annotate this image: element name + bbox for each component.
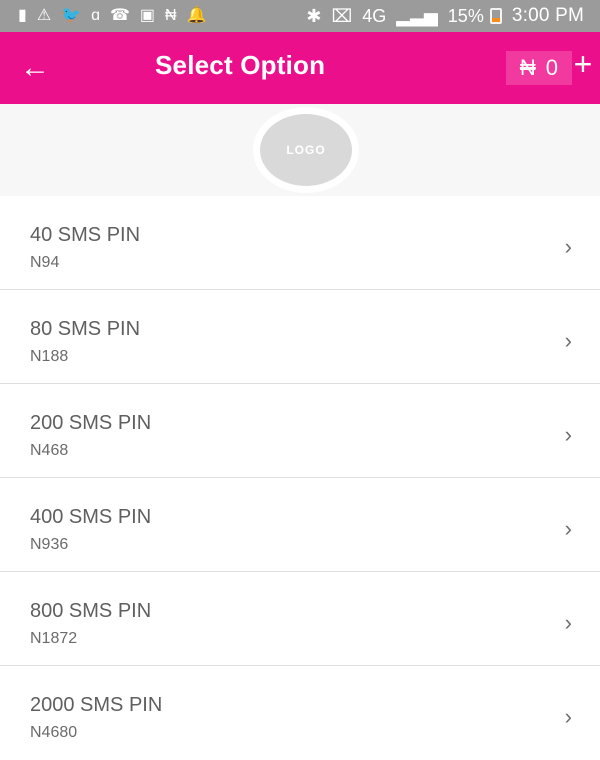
chevron-right-icon: › [564,234,572,259]
twitter-icon: 🐦 [61,7,82,24]
list-item[interactable]: 40 SMS PIN N94 › [0,196,600,290]
chevron-right-icon: › [564,704,572,729]
battery-percent: 15% [447,5,484,26]
back-button[interactable]: ← [0,32,70,104]
list-item[interactable]: 800 SMS PIN N1872 › [0,572,600,666]
battery-icon: ▮ [18,7,27,24]
list-item[interactable]: 2000 SMS PIN N4680 › [0,666,600,760]
naira-icon: ₦ [165,7,177,24]
image-icon: ▣ [139,7,156,24]
naira-currency-icon: ₦ [519,55,536,80]
arrow-left-icon: ← [20,51,50,84]
nfc-icon: ⌧ [331,5,353,26]
bluetooth-icon: ✱ [306,5,322,26]
status-left-icons: ▮ ⚠ 🐦 ɑ ☎ ▣ ₦ 🔔 [18,8,207,24]
option-price: N94 [30,254,60,271]
logo-ring: LOGO [253,107,359,193]
option-price: N468 [30,442,69,459]
chat-icon: ɑ [91,7,100,24]
4g-icon: 4G [362,5,387,26]
warning-icon: ⚠ [36,7,52,24]
add-funds-button[interactable]: + [568,48,598,80]
option-price: N4680 [30,724,78,741]
option-title: 2000 SMS PIN [30,694,163,716]
chevron-right-icon: › [564,516,572,541]
list-item[interactable]: 80 SMS PIN N188 › [0,290,600,384]
chevron-right-icon: › [564,422,572,447]
logo-label: LOGO [286,143,326,157]
signal-icon: ▂▃▅ [396,5,438,26]
notification-icon: 🔔 [186,7,207,24]
list-item[interactable]: 400 SMS PIN N936 › [0,478,600,572]
battery-icon [489,8,502,24]
wallet-balance[interactable]: ₦ 0 [505,51,572,85]
chevron-right-icon: › [564,610,572,635]
page-title: Select Option [155,50,326,80]
logo-header: LOGO [0,104,600,196]
phone-icon: ☎ [109,7,130,24]
status-time: 3:00 PM [511,5,584,26]
chevron-right-icon: › [564,328,572,353]
option-title: 80 SMS PIN [30,318,141,340]
option-price: N936 [30,536,69,553]
battery-status: 15% [448,6,502,27]
status-right-icons: ✱ ⌧ 4G ▂▃▅ 15% 3:00 PM [306,5,584,27]
option-title: 400 SMS PIN [30,506,152,528]
option-title: 800 SMS PIN [30,600,152,622]
option-title: 200 SMS PIN [30,412,152,434]
option-price: N1872 [30,630,78,647]
status-bar: ▮ ⚠ 🐦 ɑ ☎ ▣ ₦ 🔔 ✱ ⌧ 4G ▂▃▅ 15% 3:00 PM [0,0,600,32]
list-item[interactable]: 200 SMS PIN N468 › [0,384,600,478]
logo: LOGO [260,114,352,186]
option-price: N188 [30,348,69,365]
app-bar: ← Select Option ₦ 0 + [0,32,600,104]
options-list: 40 SMS PIN N94 › 80 SMS PIN N188 › 200 S… [0,196,600,760]
option-title: 40 SMS PIN [30,224,141,246]
balance-value: 0 [545,55,558,80]
plus-icon: + [573,46,593,82]
